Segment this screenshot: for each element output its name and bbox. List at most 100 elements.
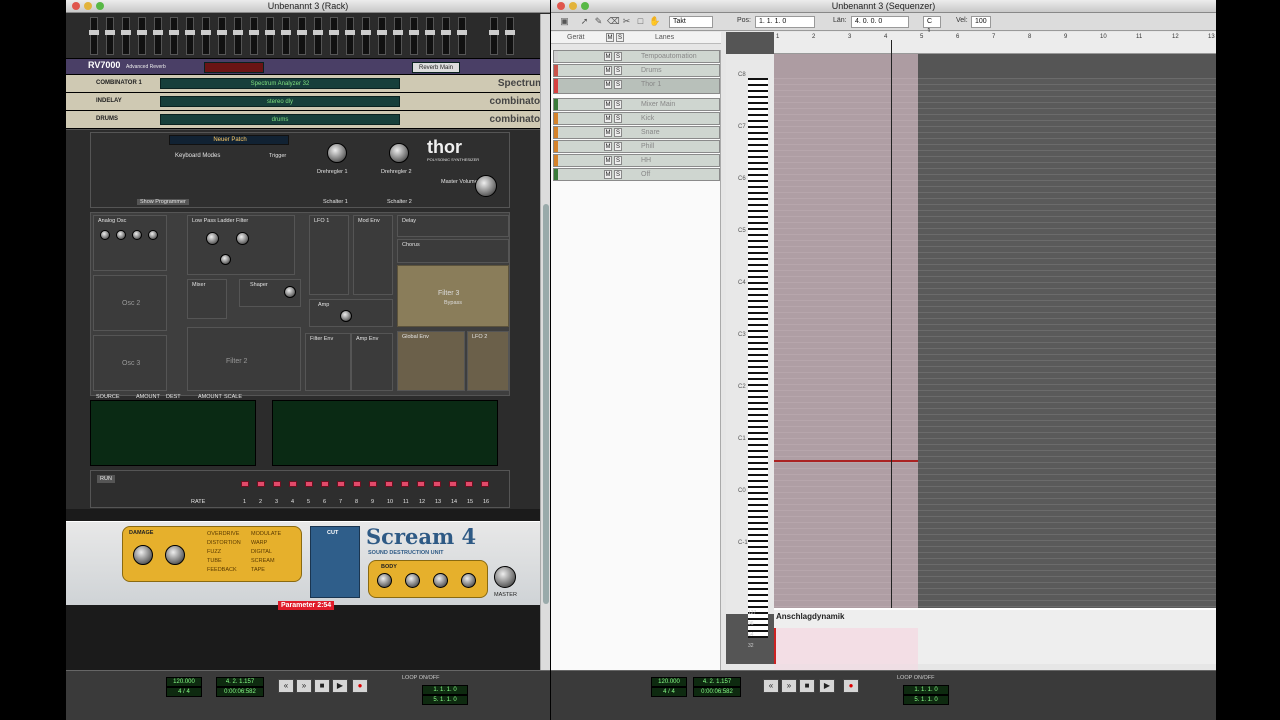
rotary-1-knob[interactable] xyxy=(327,143,347,163)
bar-ruler[interactable]: 1 2 3 4 5 6 7 8 9 10 11 12 13 xyxy=(774,32,1216,54)
channel-fader[interactable] xyxy=(409,17,419,55)
channel-fader[interactable] xyxy=(297,17,307,55)
step-button[interactable] xyxy=(449,481,457,487)
step-button[interactable] xyxy=(321,481,329,487)
mute-button[interactable]: M xyxy=(604,52,612,61)
damage-type-option[interactable]: MODULATE xyxy=(251,531,281,537)
right-locator[interactable]: 5. 1. 1. 0 xyxy=(422,695,468,705)
damage-type-option[interactable]: FEEDBACK xyxy=(207,567,237,573)
step-button[interactable] xyxy=(241,481,249,487)
hand-tool-icon[interactable]: ✋ xyxy=(649,16,660,27)
stop-button[interactable]: ■ xyxy=(799,679,815,693)
position-display[interactable]: 4. 2. 1.157 xyxy=(216,677,264,687)
step-button[interactable] xyxy=(257,481,265,487)
filter-freq-knob[interactable] xyxy=(206,232,219,245)
damage-type-option[interactable]: TAPE xyxy=(251,567,265,573)
channel-fader[interactable] xyxy=(249,17,259,55)
combinator1-patch[interactable]: Spectrum Analyzer 32 xyxy=(160,78,400,89)
step-button[interactable] xyxy=(273,481,281,487)
left-locator[interactable]: 1. 1. 1. 0 xyxy=(422,685,468,695)
position-display[interactable]: 4. 2. 1.157 xyxy=(693,677,741,687)
track-row[interactable]: M S Off xyxy=(553,168,720,181)
track-row[interactable]: M S HH xyxy=(553,154,720,167)
record-button[interactable]: ● xyxy=(843,679,859,693)
stop-button[interactable]: ■ xyxy=(314,679,330,693)
channel-fader[interactable] xyxy=(377,17,387,55)
grid-view-icon[interactable]: ▣ xyxy=(559,16,570,27)
solo-header-button[interactable]: S xyxy=(616,33,624,42)
channel-fader[interactable] xyxy=(185,17,195,55)
channel-fader[interactable] xyxy=(281,17,291,55)
mute-button[interactable]: M xyxy=(604,128,612,137)
step-button[interactable] xyxy=(305,481,313,487)
track-row[interactable]: M S Kick xyxy=(553,112,720,125)
rotary-2-knob[interactable] xyxy=(389,143,409,163)
mute-tool-icon[interactable]: □ xyxy=(635,16,646,27)
solo-button[interactable]: S xyxy=(614,80,622,89)
solo-button[interactable]: S xyxy=(614,52,622,61)
mute-button[interactable]: M xyxy=(604,100,612,109)
play-button[interactable]: ▶ xyxy=(332,679,348,693)
song-position-line[interactable] xyxy=(891,40,892,610)
channel-fader[interactable] xyxy=(153,17,163,55)
damage-type-option[interactable]: WARP xyxy=(251,540,267,546)
show-programmer-button[interactable]: Show Programmer xyxy=(137,199,189,205)
channel-fader[interactable] xyxy=(313,17,323,55)
osc-3-slot[interactable]: Osc 3 xyxy=(93,335,167,391)
mute-button[interactable]: M xyxy=(604,170,612,179)
position-field[interactable]: 1. 1. 1. 0 xyxy=(755,16,815,28)
channel-fader[interactable] xyxy=(89,17,99,55)
body-scale-knob[interactable] xyxy=(405,573,420,588)
velocity-lane[interactable]: Anschlagdynamik xyxy=(774,608,1216,664)
channel-fader[interactable] xyxy=(105,17,115,55)
osc-knob[interactable] xyxy=(116,230,126,240)
run-button[interactable]: RUN xyxy=(97,475,115,483)
minimize-icon[interactable] xyxy=(569,2,577,10)
mute-header-button[interactable]: M xyxy=(606,33,614,42)
solo-button[interactable]: S xyxy=(614,114,622,123)
body-auto-knob[interactable] xyxy=(433,573,448,588)
signature-display[interactable]: 4 / 4 xyxy=(651,687,687,697)
eraser-tool-icon[interactable]: ⌫ xyxy=(607,16,620,27)
channel-fader[interactable] xyxy=(265,17,275,55)
zoom-icon[interactable] xyxy=(581,2,589,10)
channel-fader[interactable] xyxy=(121,17,131,55)
step-button[interactable] xyxy=(481,481,489,487)
master-fader[interactable] xyxy=(505,17,515,55)
step-button[interactable] xyxy=(433,481,441,487)
damage-type-option[interactable]: DIGITAL xyxy=(251,549,272,555)
channel-fader[interactable] xyxy=(425,17,435,55)
channel-fader[interactable] xyxy=(329,17,339,55)
minimize-icon[interactable] xyxy=(84,2,92,10)
zoom-icon[interactable] xyxy=(96,2,104,10)
track-row[interactable]: M S Thor 1 xyxy=(553,78,720,94)
close-icon[interactable] xyxy=(557,2,565,10)
pencil-tool-icon[interactable]: ✎ xyxy=(593,16,604,27)
solo-button[interactable]: S xyxy=(614,66,622,75)
channel-fader[interactable] xyxy=(137,17,147,55)
step-button[interactable] xyxy=(417,481,425,487)
combinator3-patch[interactable]: drums xyxy=(160,114,400,125)
damage-type-option[interactable]: FUZZ xyxy=(207,549,221,555)
play-button[interactable]: ▶ xyxy=(819,679,835,693)
track-row[interactable]: M S Snare xyxy=(553,126,720,139)
length-field[interactable]: 4. 0. 0. 0 xyxy=(851,16,909,28)
track-row[interactable]: M S Phill xyxy=(553,140,720,153)
mod-matrix-left[interactable] xyxy=(90,400,256,466)
osc-knob[interactable] xyxy=(100,230,110,240)
mute-button[interactable]: M xyxy=(604,66,612,75)
close-icon[interactable] xyxy=(72,2,80,10)
arrow-tool-icon[interactable]: ➚ xyxy=(579,16,590,27)
note-c1[interactable] xyxy=(774,460,918,462)
damage-type-option[interactable]: TUBE xyxy=(207,558,222,564)
mute-button[interactable]: M xyxy=(604,142,612,151)
damage-type-option[interactable]: SCREAM xyxy=(251,558,275,564)
fast-forward-button[interactable]: » xyxy=(781,679,797,693)
channel-fader[interactable] xyxy=(441,17,451,55)
snap-select[interactable]: Takt xyxy=(669,16,713,28)
record-button[interactable]: ● xyxy=(352,679,368,693)
thor-patch-display[interactable]: Neuer Patch xyxy=(169,135,289,145)
channel-fader[interactable] xyxy=(345,17,355,55)
channel-fader[interactable] xyxy=(233,17,243,55)
channel-fader[interactable] xyxy=(457,17,467,55)
